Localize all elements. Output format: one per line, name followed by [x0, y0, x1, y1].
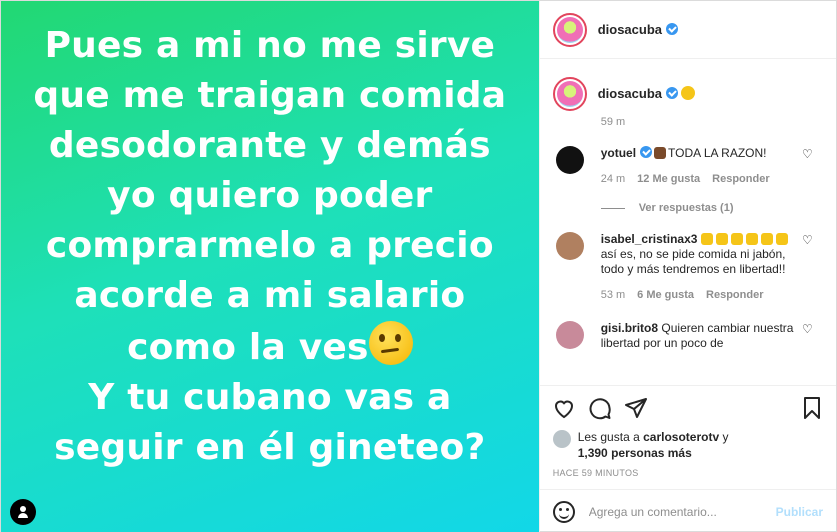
comment-time[interactable]: 24 m — [601, 172, 625, 187]
comment-item: gisi.brito8 Quieren cambiar nuestra libe… — [553, 321, 836, 351]
comment-avatar[interactable] — [555, 321, 584, 349]
post-actions — [539, 385, 836, 429]
tagged-users-button[interactable] — [10, 499, 36, 525]
image-text-line: que me traigan comida — [33, 75, 507, 116]
comment-text: TODA LA RAZON! — [668, 146, 767, 160]
fist-icon — [654, 147, 667, 159]
post-header: diosacuba — [539, 1, 836, 59]
comment-item: yotuel TODA LA RAZON! 24 m 12 Me gusta Re… — [553, 146, 836, 187]
comments-section: diosacuba 59 m yotuel TODA LA RAZON! 24 m… — [540, 59, 836, 385]
likes-prefix: Les gusta a — [577, 430, 640, 444]
post-time[interactable]: HACE 59 MINUTOS — [540, 461, 836, 478]
image-text-line: comprarmelo a precio — [45, 225, 494, 266]
post-image[interactable]: Pues a mi no me sirve que me traigan com… — [1, 1, 539, 532]
comment-text: así es, no se pide comida ni jabón, todo… — [600, 247, 786, 276]
reply-button[interactable]: Responder — [706, 288, 763, 303]
image-text-line-content: como la ves — [127, 327, 369, 368]
comment-username[interactable]: gisi.brito8 — [601, 321, 658, 335]
likes-count[interactable]: 1,390 personas más — [578, 446, 692, 460]
avatar[interactable] — [552, 12, 587, 47]
thinking-face-icon — [368, 321, 413, 365]
comment-time[interactable]: 53 m — [601, 288, 625, 303]
verified-badge-icon — [666, 87, 678, 99]
clapping-hands-icon — [745, 233, 758, 245]
comment-avatar[interactable] — [555, 146, 584, 174]
likes-summary: Les gusta a carlosoterotv y 1,390 person… — [540, 429, 836, 461]
caption-avatar[interactable] — [552, 77, 587, 111]
view-replies-button[interactable]: Ver respuestas (1) — [600, 202, 836, 214]
verified-badge-icon — [640, 146, 653, 158]
clapping-hands-icon — [700, 233, 713, 245]
user-icon — [18, 506, 28, 518]
add-comment-bar: Publicar — [539, 489, 836, 532]
image-text-line: acorde a mi salario — [74, 275, 466, 316]
image-text-line: seguir en él gineteo? — [54, 427, 486, 468]
verified-badge-icon — [666, 23, 678, 35]
thinking-face-icon — [681, 86, 695, 100]
heart-icon[interactable] — [552, 396, 576, 420]
caption-username[interactable]: diosacuba — [598, 86, 695, 111]
liker-username[interactable]: carlosoterotv — [643, 430, 719, 444]
image-text-line: como la ves — [10, 321, 530, 373]
comment-input[interactable] — [588, 504, 776, 519]
comment-item: isabel_cristinax3 así es, no se pide com… — [553, 232, 836, 303]
post-image-text: Pues a mi no me sirve que me traigan com… — [10, 21, 530, 473]
image-text-line: desodorante y demás — [48, 125, 491, 166]
image-text-line: Y tu cubano vas a — [88, 377, 452, 418]
caption-time: 59 m — [600, 116, 626, 128]
heart-icon[interactable]: ♡ — [802, 234, 814, 246]
bookmark-icon[interactable] — [800, 396, 824, 420]
emoji-icon[interactable] — [552, 500, 575, 523]
post-comment-button[interactable]: Publicar — [776, 505, 823, 519]
header-username[interactable]: diosacuba — [598, 22, 678, 37]
comment-username[interactable]: yotuel — [601, 146, 636, 160]
clapping-hands-icon — [715, 233, 728, 245]
heart-icon[interactable]: ♡ — [802, 148, 814, 160]
heart-icon[interactable]: ♡ — [802, 323, 814, 335]
clapping-hands-icon — [760, 233, 773, 245]
clapping-hands-icon — [730, 233, 743, 245]
comment-icon[interactable] — [588, 396, 612, 420]
comment-username[interactable]: isabel_cristinax3 — [601, 232, 698, 246]
instagram-post: Pues a mi no me sirve que me traigan com… — [0, 0, 837, 532]
clapping-hands-icon — [775, 233, 788, 245]
share-icon[interactable] — [624, 396, 648, 420]
liker-avatar[interactable] — [552, 430, 571, 448]
post-sidebar: diosacuba diosacuba 59 m yotuel TODA LA R… — [538, 1, 836, 532]
image-text-line: Pues a mi no me sirve — [44, 25, 496, 66]
caption: diosacuba — [552, 77, 836, 111]
comment-avatar[interactable] — [555, 232, 584, 260]
likes-and: y — [722, 430, 729, 444]
image-text-line: yo quiero poder — [107, 175, 433, 216]
comment-likes[interactable]: 12 Me gusta — [637, 172, 700, 187]
reply-button[interactable]: Responder — [712, 172, 769, 187]
comment-likes[interactable]: 6 Me gusta — [637, 288, 694, 303]
